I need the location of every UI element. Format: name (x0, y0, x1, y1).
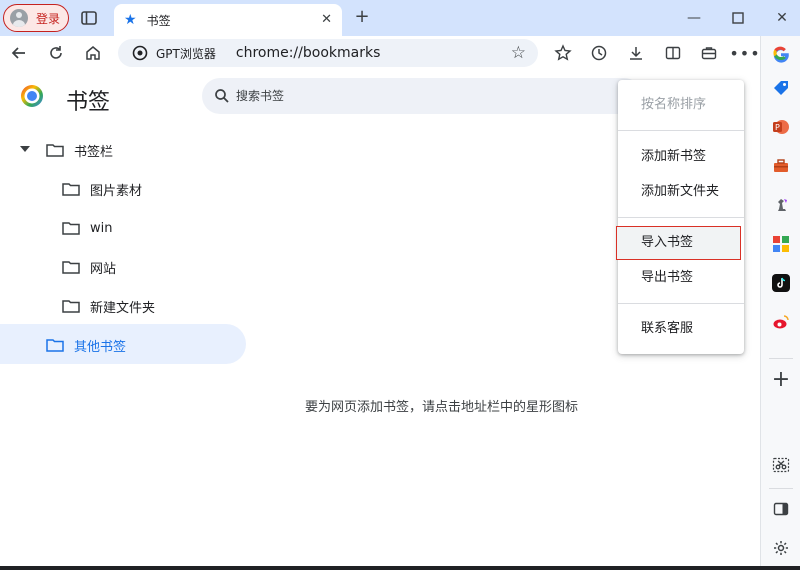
folder-icon (62, 261, 80, 274)
tree-item-folder[interactable]: win (62, 209, 112, 247)
maximize-icon[interactable] (728, 8, 748, 28)
menu-import-bookmarks[interactable]: 导入书签 (616, 226, 741, 260)
address-bar[interactable]: GPT浏览器 chrome://bookmarks ☆ (118, 39, 538, 67)
menu-add-folder[interactable]: 添加新文件夹 (618, 175, 744, 209)
right-sidebar: P + (760, 36, 800, 566)
menu-contact-support[interactable]: 联系客服 (618, 312, 744, 346)
menu-divider (618, 130, 744, 131)
tab-bookmarks[interactable]: ★ 书签 ✕ (114, 4, 342, 36)
tab-close-icon[interactable]: ✕ (321, 12, 332, 27)
reload-icon[interactable] (45, 42, 67, 64)
tree-item-label: 新建文件夹 (90, 300, 156, 316)
tree-item-label: 其他书签 (74, 339, 127, 355)
tree-item-other-bookmarks[interactable]: 其他书签 (46, 326, 126, 364)
tree-item-folder[interactable]: 图片素材 (62, 170, 142, 208)
login-button[interactable]: 登录 (3, 4, 69, 32)
tree-item-label: 网站 (90, 261, 117, 277)
tree-item-folder[interactable]: 网站 (62, 248, 116, 286)
menu-divider (618, 217, 744, 218)
title-bar: 登录 ★ 书签 ✕ + — ✕ (0, 0, 800, 36)
page-title: 书签 (66, 90, 111, 115)
briefcase-icon[interactable] (698, 42, 720, 64)
google-icon[interactable] (770, 42, 792, 64)
empty-state-message: 要为网页添加书签，请点击地址栏中的星形图标 (305, 400, 579, 415)
bottom-edge (0, 566, 800, 570)
search-input[interactable] (236, 89, 616, 103)
weibo-icon[interactable] (770, 311, 792, 333)
minimize-icon[interactable]: — (684, 8, 704, 28)
reading-list-icon[interactable] (662, 42, 684, 64)
menu-divider (618, 303, 744, 304)
toolbox-icon[interactable] (770, 155, 792, 177)
back-icon[interactable] (8, 42, 30, 64)
tab-actions-icon[interactable] (80, 9, 98, 27)
tree-item-folder[interactable]: 新建文件夹 (62, 287, 155, 325)
history-icon[interactable] (588, 42, 610, 64)
folder-icon (62, 300, 80, 313)
add-icon[interactable]: + (770, 367, 792, 392)
panel-icon[interactable] (770, 498, 792, 520)
tree-item-label: 书签栏 (74, 144, 114, 160)
url-text[interactable]: chrome://bookmarks (236, 45, 380, 61)
close-window-icon[interactable]: ✕ (772, 8, 792, 28)
avatar-icon (10, 9, 28, 27)
gpt-browser-icon (132, 45, 148, 61)
svg-text:P: P (775, 123, 780, 132)
collapse-caret-icon[interactable] (20, 146, 30, 152)
menu-add-bookmark[interactable]: 添加新书签 (618, 140, 744, 174)
tab-title: 书签 (146, 13, 171, 28)
bookmark-star-icon: ★ (124, 12, 137, 28)
tree-item-label: 图片素材 (90, 183, 143, 199)
new-tab-button[interactable]: + (352, 8, 372, 28)
home-icon[interactable] (82, 42, 104, 64)
settings-icon[interactable] (770, 537, 792, 559)
tiktok-icon[interactable] (770, 272, 792, 294)
folder-icon (62, 183, 80, 196)
omnibox-app-label: GPT浏览器 (156, 46, 216, 61)
menu-export-bookmarks[interactable]: 导出书签 (618, 261, 744, 295)
sidebar-divider (769, 358, 793, 359)
powerpoint-icon[interactable]: P (770, 116, 792, 138)
search-box[interactable] (202, 78, 642, 114)
bookmark-this-page-icon[interactable]: ☆ (511, 43, 526, 63)
folder-icon (46, 144, 64, 157)
folder-icon (62, 222, 80, 235)
downloads-icon[interactable] (625, 42, 647, 64)
office-icon[interactable] (770, 233, 792, 255)
organize-menu: 按名称排序 添加新书签 添加新文件夹 导入书签 导出书签 联系客服 (616, 80, 744, 354)
tree-item-label: win (90, 220, 113, 236)
search-icon (215, 89, 229, 103)
folder-icon (46, 339, 64, 352)
login-label: 登录 (36, 11, 61, 26)
scissors-icon[interactable] (770, 454, 792, 476)
chess-icon[interactable] (770, 194, 792, 216)
ai-logo-icon (21, 85, 43, 107)
tag-icon[interactable] (770, 77, 792, 99)
toolbar: GPT浏览器 chrome://bookmarks ☆ ••• (0, 36, 800, 70)
sidebar-divider (769, 488, 793, 489)
tree-item-bookmarks-bar[interactable]: 书签栏 (20, 131, 114, 169)
menu-sort-by-name: 按名称排序 (641, 97, 707, 112)
extensions-icon[interactable] (552, 42, 574, 64)
more-icon[interactable]: ••• (729, 42, 759, 64)
